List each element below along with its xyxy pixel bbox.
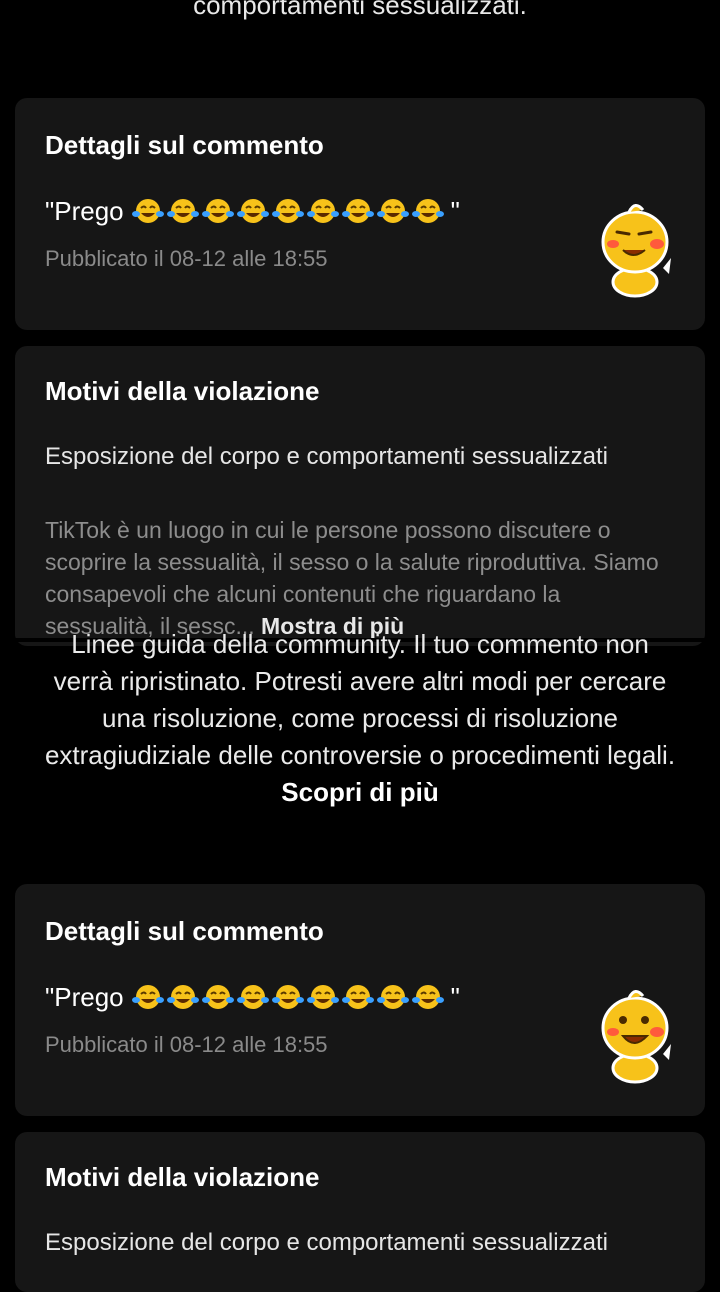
face-with-tears-of-joy-icon: [306, 985, 339, 1009]
comment-prefix-2: "Prego: [45, 981, 124, 1012]
comment-suffix: ": [450, 195, 460, 226]
published-date: Pubblicato il 08-12 alle 18:55: [45, 246, 328, 271]
comment-details-card: Dettagli sul commento "Prego " Pubblicat…: [15, 98, 705, 330]
face-with-tears-of-joy-icon: [236, 199, 269, 223]
face-with-tears-of-joy-icon: [271, 199, 304, 223]
violation-reasons-title: Motivi della violazione: [45, 376, 320, 406]
face-with-tears-of-joy-icon: [201, 985, 234, 1009]
previous-section-text: comportamenti sessualizzati.: [193, 0, 527, 20]
face-with-tears-of-joy-icon: [166, 199, 199, 223]
face-with-tears-of-joy-icon: [131, 199, 164, 223]
emoji-row-2: [131, 983, 447, 1011]
face-with-tears-of-joy-icon: [341, 985, 374, 1009]
comment-details-card-2: Dettagli sul commento "Prego " Pubblicat…: [15, 884, 705, 1116]
violation-category: Esposizione del corpo e comportamenti se…: [45, 443, 608, 470]
violation-description: TikTok è un luogo in cui le persone poss…: [45, 514, 675, 642]
comment-suffix-2: ": [450, 981, 460, 1012]
mascot-sticker-icon: [601, 204, 671, 298]
face-with-tears-of-joy-icon: [376, 985, 409, 1009]
face-with-tears-of-joy-icon: [271, 985, 304, 1009]
appeal-result-text: Linee guida della community. Il tuo comm…: [40, 626, 680, 811]
face-with-tears-of-joy-icon: [376, 199, 409, 223]
face-with-tears-of-joy-icon: [306, 199, 339, 223]
face-with-tears-of-joy-icon: [411, 199, 444, 223]
violation-reasons-card-2: Motivi della violazione Esposizione del …: [15, 1132, 705, 1292]
face-with-tears-of-joy-icon: [131, 985, 164, 1009]
face-with-tears-of-joy-icon: [411, 985, 444, 1009]
emoji-row: [131, 197, 447, 225]
appeal-result-body: Linee guida della community. Il tuo comm…: [44, 629, 676, 770]
published-date-2: Pubblicato il 08-12 alle 18:55: [45, 1032, 328, 1057]
face-with-tears-of-joy-icon: [166, 985, 199, 1009]
violation-reasons-card: Motivi della violazione Esposizione del …: [15, 346, 705, 646]
face-with-tears-of-joy-icon: [341, 199, 374, 223]
comment-prefix: "Prego: [45, 195, 124, 226]
violation-category-2: Esposizione del corpo e comportamenti se…: [45, 1229, 608, 1256]
comment-details-title-2: Dettagli sul commento: [45, 916, 324, 946]
comment-details-title: Dettagli sul commento: [45, 130, 324, 160]
face-with-tears-of-joy-icon: [201, 199, 234, 223]
comment-text: "Prego ": [45, 194, 460, 228]
comment-text-2: "Prego ": [45, 980, 460, 1014]
mascot-sticker-icon-2: [601, 990, 671, 1084]
learn-more-link[interactable]: Scopri di più: [281, 777, 438, 807]
face-with-tears-of-joy-icon: [236, 985, 269, 1009]
violation-reasons-title-2: Motivi della violazione: [45, 1162, 320, 1192]
